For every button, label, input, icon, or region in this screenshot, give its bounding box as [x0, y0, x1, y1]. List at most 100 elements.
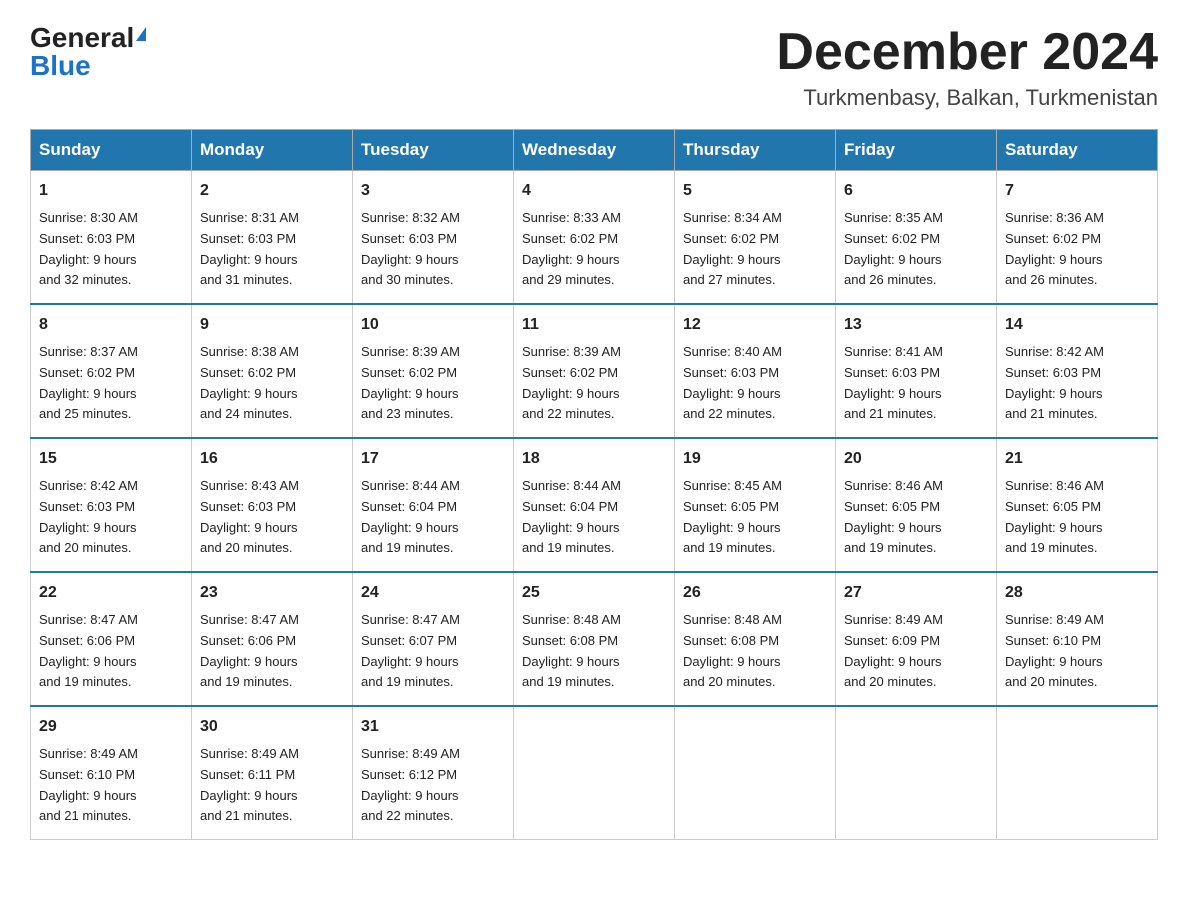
- day-number: 28: [1005, 581, 1149, 606]
- day-number: 25: [522, 581, 666, 606]
- day-info: Sunrise: 8:49 AMSunset: 6:11 PMDaylight:…: [200, 744, 344, 827]
- table-row: [997, 706, 1158, 839]
- day-info: Sunrise: 8:43 AMSunset: 6:03 PMDaylight:…: [200, 476, 344, 559]
- calendar-week-4: 22Sunrise: 8:47 AMSunset: 6:06 PMDayligh…: [31, 572, 1158, 706]
- day-info: Sunrise: 8:31 AMSunset: 6:03 PMDaylight:…: [200, 208, 344, 291]
- day-info: Sunrise: 8:42 AMSunset: 6:03 PMDaylight:…: [1005, 342, 1149, 425]
- table-row: 2 Sunrise: 8:31 AMSunset: 6:03 PMDaylight…: [192, 171, 353, 304]
- day-number: 27: [844, 581, 988, 606]
- day-number: 5: [683, 179, 827, 204]
- col-saturday: Saturday: [997, 130, 1158, 171]
- day-number: 3: [361, 179, 505, 204]
- col-tuesday: Tuesday: [353, 130, 514, 171]
- table-row: 10 Sunrise: 8:39 AMSunset: 6:02 PMDayligh…: [353, 304, 514, 438]
- day-number: 24: [361, 581, 505, 606]
- table-row: 22Sunrise: 8:47 AMSunset: 6:06 PMDayligh…: [31, 572, 192, 706]
- day-number: 20: [844, 447, 988, 472]
- day-info: Sunrise: 8:30 AMSunset: 6:03 PMDaylight:…: [39, 208, 183, 291]
- table-row: [836, 706, 997, 839]
- day-info: Sunrise: 8:49 AMSunset: 6:12 PMDaylight:…: [361, 744, 505, 827]
- header: General Blue December 2024 Turkmenbasy, …: [30, 24, 1158, 111]
- day-info: Sunrise: 8:38 AMSunset: 6:02 PMDaylight:…: [200, 342, 344, 425]
- logo-arrow-icon: [136, 27, 146, 41]
- table-row: 15 Sunrise: 8:42 AMSunset: 6:03 PMDayligh…: [31, 438, 192, 572]
- table-row: 13 Sunrise: 8:41 AMSunset: 6:03 PMDayligh…: [836, 304, 997, 438]
- day-info: Sunrise: 8:47 AMSunset: 6:07 PMDaylight:…: [361, 610, 505, 693]
- day-info: Sunrise: 8:47 AMSunset: 6:06 PMDaylight:…: [39, 610, 183, 693]
- month-title: December 2024: [776, 24, 1158, 81]
- table-row: 12Sunrise: 8:40 AMSunset: 6:03 PMDayligh…: [675, 304, 836, 438]
- day-info: Sunrise: 8:32 AMSunset: 6:03 PMDaylight:…: [361, 208, 505, 291]
- day-info: Sunrise: 8:49 AMSunset: 6:10 PMDaylight:…: [39, 744, 183, 827]
- day-info: Sunrise: 8:36 AMSunset: 6:02 PMDaylight:…: [1005, 208, 1149, 291]
- table-row: 26 Sunrise: 8:48 AMSunset: 6:08 PMDayligh…: [675, 572, 836, 706]
- table-row: 31Sunrise: 8:49 AMSunset: 6:12 PMDayligh…: [353, 706, 514, 839]
- table-row: 8Sunrise: 8:37 AMSunset: 6:02 PMDaylight…: [31, 304, 192, 438]
- table-row: 24 Sunrise: 8:47 AMSunset: 6:07 PMDayligh…: [353, 572, 514, 706]
- calendar-week-1: 1 Sunrise: 8:30 AMSunset: 6:03 PMDaylight…: [31, 171, 1158, 304]
- table-row: 11 Sunrise: 8:39 AMSunset: 6:02 PMDayligh…: [514, 304, 675, 438]
- day-info: Sunrise: 8:48 AMSunset: 6:08 PMDaylight:…: [683, 610, 827, 693]
- day-number: 4: [522, 179, 666, 204]
- day-number: 21: [1005, 447, 1149, 472]
- day-info: Sunrise: 8:49 AMSunset: 6:09 PMDaylight:…: [844, 610, 988, 693]
- col-wednesday: Wednesday: [514, 130, 675, 171]
- table-row: 18 Sunrise: 8:44 AMSunset: 6:04 PMDayligh…: [514, 438, 675, 572]
- table-row: 19Sunrise: 8:45 AMSunset: 6:05 PMDayligh…: [675, 438, 836, 572]
- day-number: 26: [683, 581, 827, 606]
- table-row: 29 Sunrise: 8:49 AMSunset: 6:10 PMDayligh…: [31, 706, 192, 839]
- day-info: Sunrise: 8:37 AMSunset: 6:02 PMDaylight:…: [39, 342, 183, 425]
- table-row: [675, 706, 836, 839]
- day-number: 11: [522, 313, 666, 338]
- day-info: Sunrise: 8:34 AMSunset: 6:02 PMDaylight:…: [683, 208, 827, 291]
- table-row: 6Sunrise: 8:35 AMSunset: 6:02 PMDaylight…: [836, 171, 997, 304]
- table-row: 21Sunrise: 8:46 AMSunset: 6:05 PMDayligh…: [997, 438, 1158, 572]
- day-info: Sunrise: 8:47 AMSunset: 6:06 PMDaylight:…: [200, 610, 344, 693]
- day-info: Sunrise: 8:41 AMSunset: 6:03 PMDaylight:…: [844, 342, 988, 425]
- col-friday: Friday: [836, 130, 997, 171]
- day-info: Sunrise: 8:42 AMSunset: 6:03 PMDaylight:…: [39, 476, 183, 559]
- col-sunday: Sunday: [31, 130, 192, 171]
- logo-general-text: General: [30, 24, 134, 52]
- day-info: Sunrise: 8:44 AMSunset: 6:04 PMDaylight:…: [361, 476, 505, 559]
- table-row: 16Sunrise: 8:43 AMSunset: 6:03 PMDayligh…: [192, 438, 353, 572]
- calendar-header-row: Sunday Monday Tuesday Wednesday Thursday…: [31, 130, 1158, 171]
- table-row: 3 Sunrise: 8:32 AMSunset: 6:03 PMDaylight…: [353, 171, 514, 304]
- calendar-week-3: 15 Sunrise: 8:42 AMSunset: 6:03 PMDayligh…: [31, 438, 1158, 572]
- day-info: Sunrise: 8:40 AMSunset: 6:03 PMDaylight:…: [683, 342, 827, 425]
- table-row: [514, 706, 675, 839]
- day-info: Sunrise: 8:39 AMSunset: 6:02 PMDaylight:…: [361, 342, 505, 425]
- day-number: 13: [844, 313, 988, 338]
- table-row: 17 Sunrise: 8:44 AMSunset: 6:04 PMDayligh…: [353, 438, 514, 572]
- day-info: Sunrise: 8:39 AMSunset: 6:02 PMDaylight:…: [522, 342, 666, 425]
- logo-blue-text: Blue: [30, 50, 91, 81]
- table-row: 7 Sunrise: 8:36 AMSunset: 6:02 PMDaylight…: [997, 171, 1158, 304]
- day-number: 30: [200, 715, 344, 740]
- day-number: 1: [39, 179, 183, 204]
- day-number: 14: [1005, 313, 1149, 338]
- logo: General Blue: [30, 24, 146, 80]
- title-area: December 2024 Turkmenbasy, Balkan, Turkm…: [776, 24, 1158, 111]
- day-number: 29: [39, 715, 183, 740]
- day-number: 7: [1005, 179, 1149, 204]
- calendar-table: Sunday Monday Tuesday Wednesday Thursday…: [30, 129, 1158, 840]
- day-number: 2: [200, 179, 344, 204]
- table-row: 9 Sunrise: 8:38 AMSunset: 6:02 PMDaylight…: [192, 304, 353, 438]
- day-info: Sunrise: 8:44 AMSunset: 6:04 PMDaylight:…: [522, 476, 666, 559]
- day-number: 9: [200, 313, 344, 338]
- day-number: 19: [683, 447, 827, 472]
- day-number: 10: [361, 313, 505, 338]
- table-row: 20Sunrise: 8:46 AMSunset: 6:05 PMDayligh…: [836, 438, 997, 572]
- location-title: Turkmenbasy, Balkan, Turkmenistan: [776, 85, 1158, 111]
- day-number: 15: [39, 447, 183, 472]
- day-number: 6: [844, 179, 988, 204]
- table-row: 14 Sunrise: 8:42 AMSunset: 6:03 PMDayligh…: [997, 304, 1158, 438]
- day-number: 17: [361, 447, 505, 472]
- table-row: 5 Sunrise: 8:34 AMSunset: 6:02 PMDaylight…: [675, 171, 836, 304]
- table-row: 30 Sunrise: 8:49 AMSunset: 6:11 PMDayligh…: [192, 706, 353, 839]
- calendar-week-2: 8Sunrise: 8:37 AMSunset: 6:02 PMDaylight…: [31, 304, 1158, 438]
- table-row: 23Sunrise: 8:47 AMSunset: 6:06 PMDayligh…: [192, 572, 353, 706]
- calendar-week-5: 29 Sunrise: 8:49 AMSunset: 6:10 PMDayligh…: [31, 706, 1158, 839]
- day-number: 18: [522, 447, 666, 472]
- day-info: Sunrise: 8:49 AMSunset: 6:10 PMDaylight:…: [1005, 610, 1149, 693]
